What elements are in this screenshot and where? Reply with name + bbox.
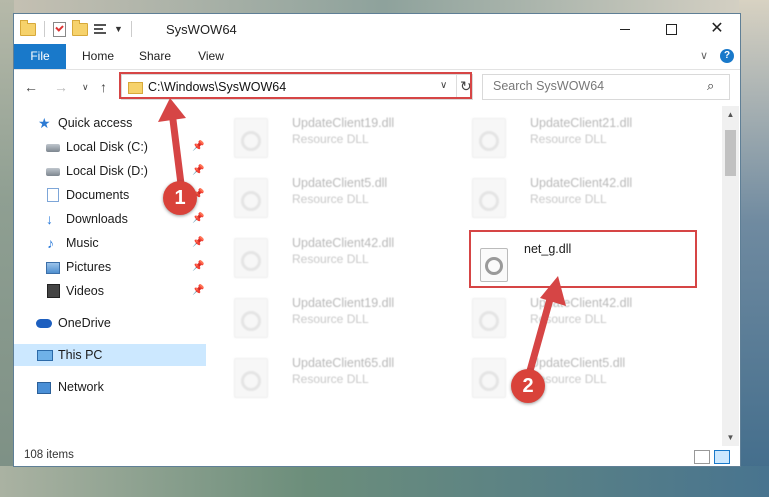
step-2-badge: 2 (511, 369, 545, 403)
step-1-badge: 1 (163, 181, 197, 215)
arrow-1-head (158, 98, 186, 122)
arrow-1-shaft (168, 111, 186, 193)
annotation-arrows (158, 98, 566, 379)
arrow-2-head (540, 276, 566, 306)
arrow-2-shaft (524, 291, 556, 379)
